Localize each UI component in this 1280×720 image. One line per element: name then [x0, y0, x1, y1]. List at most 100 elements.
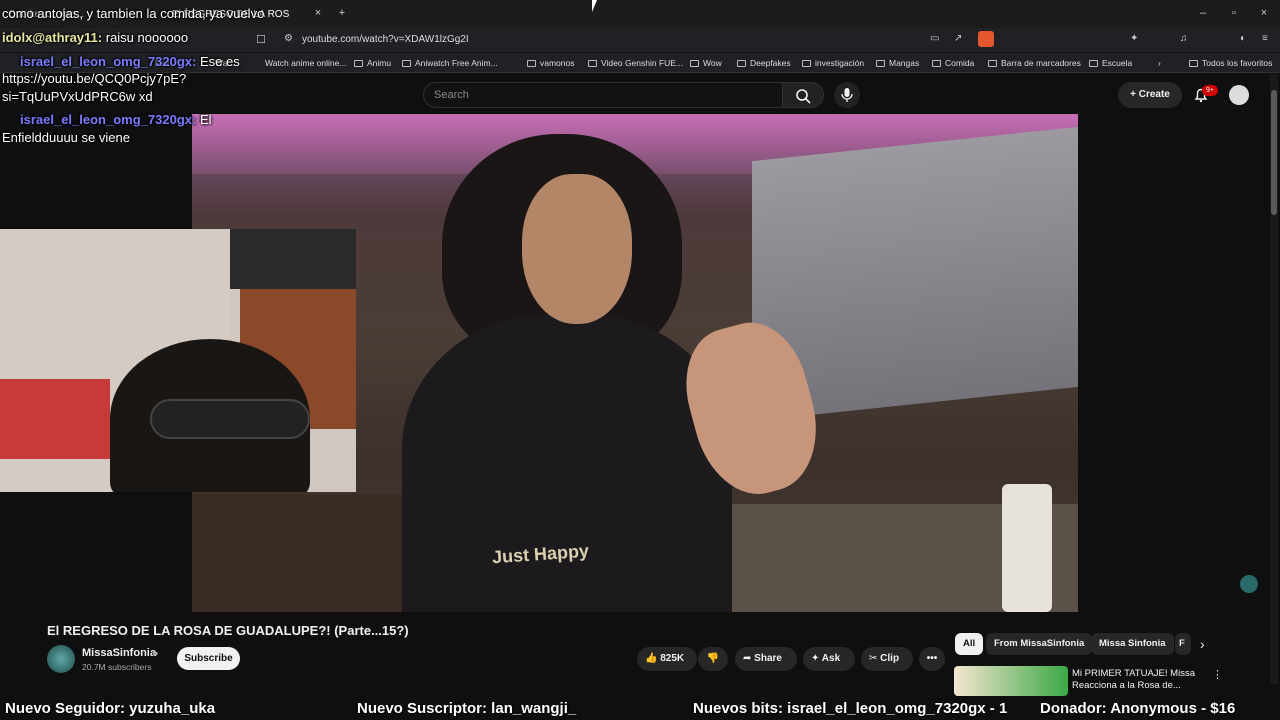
bookmark-folder[interactable]: Barra de marcadores [988, 53, 1081, 73]
folder-icon [988, 60, 997, 68]
bookmark-folder[interactable]: Mangas [876, 53, 919, 73]
video-person-face [522, 174, 632, 324]
music-icon[interactable]: ♫ [1180, 33, 1188, 44]
video-title: El REGRESO DE LA ROSA DE GUADALUPE?! (Pa… [47, 623, 409, 638]
extensions-icon[interactable]: ✦ [1130, 33, 1138, 44]
folder-icon [932, 60, 941, 68]
verified-icon: ● [153, 648, 159, 658]
more-actions-button[interactable]: ••• [919, 647, 945, 671]
more-bookmarks-icon[interactable]: › [1158, 53, 1161, 73]
minimize-icon[interactable]: – [1196, 6, 1210, 20]
chat-line: como antojas, y tambien la comida, ya vu… [2, 6, 265, 21]
video-person-body [402, 314, 732, 612]
plus-icon: + [1130, 89, 1139, 100]
chat-line: Enfieldduuuu se viene [2, 130, 130, 145]
folder-icon [1089, 60, 1098, 68]
channel-avatar[interactable] [47, 645, 75, 673]
folder-icon [527, 60, 536, 68]
share-page-icon[interactable]: ↗ [954, 33, 962, 44]
share-button[interactable]: ➦ Share [735, 647, 797, 671]
search-placeholder: Search [434, 89, 469, 101]
folder-icon [737, 60, 746, 68]
menu-icon[interactable]: ≡ [1262, 33, 1268, 44]
brave-shield-icon[interactable] [978, 31, 994, 47]
ticker-bits: Nuevos bits: israel_el_leon_omg_7320gx -… [693, 700, 1008, 717]
chat-line: https://youtu.be/QCQ0Pcjy7pE? [2, 71, 187, 86]
search-button[interactable] [782, 82, 824, 108]
webcam-overlay [0, 229, 356, 492]
bookmark-folder[interactable]: vamonos [527, 53, 575, 73]
share-icon: ➦ [743, 653, 755, 664]
dislike-button[interactable]: 👎 [698, 647, 728, 671]
folder-icon [802, 60, 811, 68]
vpn-icon[interactable]: ◐ [1240, 33, 1246, 44]
like-button[interactable]: 👍 825K [637, 647, 697, 671]
sparkle-icon: ✦ [811, 653, 822, 664]
webcam-shelf [230, 229, 356, 289]
recommended-title[interactable]: Mi PRIMER TATUAJE! Missa Reacciona a la … [1072, 668, 1202, 692]
new-tab-icon[interactable]: + [335, 6, 349, 20]
bookmark-folder[interactable]: Video Genshin FUE... [588, 53, 683, 73]
chat-message: El [199, 112, 212, 127]
mouse-cursor-icon [592, 0, 602, 12]
thumbs-down-icon: 👎 [706, 653, 720, 664]
maximize-icon[interactable]: ▫ [1227, 6, 1241, 20]
recommended-thumbnail[interactable] [954, 666, 1068, 696]
chip-all[interactable]: All [955, 633, 984, 655]
chip-more[interactable]: F [1175, 633, 1191, 655]
chat-line: israel_el_leon_omg_7320gx: Ese es [20, 54, 240, 69]
chip-from-channel[interactable]: From MissaSinfonia [986, 633, 1093, 655]
folder-icon [588, 60, 597, 68]
clip-button[interactable]: ✂ Clip [861, 647, 913, 671]
bookmark-folder[interactable]: Escuela [1089, 53, 1132, 73]
mic-button[interactable] [834, 82, 860, 108]
tab-close-icon[interactable]: × [311, 6, 325, 20]
channel-watermark-icon[interactable] [1240, 575, 1258, 593]
more-icon: ••• [926, 653, 938, 664]
bookmark-item[interactable]: Aniwatch Free Anim... [402, 53, 498, 73]
subscribe-button[interactable]: Subscribe [177, 647, 240, 670]
chat-line: israel_el_leon_omg_7320gx: El [20, 112, 212, 127]
folder-icon [876, 60, 885, 68]
channel-name[interactable]: MissaSinfonia [82, 647, 156, 659]
video-scene-paper-towel [1002, 484, 1052, 612]
site-info-icon[interactable]: ⚙ [284, 33, 293, 44]
avatar[interactable] [1229, 85, 1249, 105]
scrollbar-thumb[interactable] [1271, 90, 1277, 215]
search-input[interactable]: Search [423, 82, 783, 108]
bookmark-icon[interactable]: ☐ [256, 33, 266, 46]
search-icon [796, 89, 811, 104]
bookmark-folder[interactable]: Todos los favoritos [1189, 53, 1272, 73]
bookmark-item[interactable]: Animu [354, 53, 391, 73]
chat-username: idolx@athray11: [2, 30, 103, 45]
create-button[interactable]: + Create [1118, 82, 1182, 108]
bookmark-folder[interactable]: investigación [802, 53, 864, 73]
subscriber-count: 20.7M subscribers [82, 662, 152, 672]
more-vert-icon[interactable]: ⋮ [1212, 668, 1223, 681]
scissors-icon: ✂ [869, 653, 881, 664]
chevron-right-icon[interactable]: › [1200, 636, 1205, 652]
site-icon [354, 60, 363, 68]
mic-icon [841, 88, 853, 102]
chip-channel[interactable]: Missa Sinfonia [1091, 633, 1174, 655]
chat-username: israel_el_leon_omg_7320gx: [20, 112, 197, 127]
bookmark-item[interactable]: Watch anime online... [265, 53, 346, 73]
folder-icon [1189, 60, 1198, 68]
webcam-headphones [150, 399, 310, 439]
close-window-icon[interactable]: × [1257, 6, 1271, 20]
ticker-follower: Nuevo Seguidor: yuzuha_uka [5, 700, 216, 717]
chat-line: si=TqUuPVxUdPRC6w xd [2, 89, 153, 104]
bookmark-folder[interactable]: Deepfakes [737, 53, 791, 73]
ask-button[interactable]: ✦ Ask [803, 647, 855, 671]
webcam-chair [0, 379, 110, 459]
bookmark-folder[interactable]: Wow [690, 53, 722, 73]
cast-icon[interactable]: ▭ [930, 33, 939, 44]
chat-line: idolx@athray11: raisu noooooo [2, 30, 188, 45]
notification-badge: 9+ [1202, 85, 1218, 96]
site-icon [402, 60, 411, 68]
thumbs-up-icon: 👍 [645, 653, 661, 664]
address-bar: ☐ ⚙ ▭ ↗ ✦ ♫ ◐ ≡ [0, 28, 1280, 52]
url-field[interactable]: youtube.com/watch?v=XDAW1lzGg2I [302, 34, 469, 45]
bookmark-folder[interactable]: Comida [932, 53, 974, 73]
chat-message: Ese es [199, 54, 240, 69]
